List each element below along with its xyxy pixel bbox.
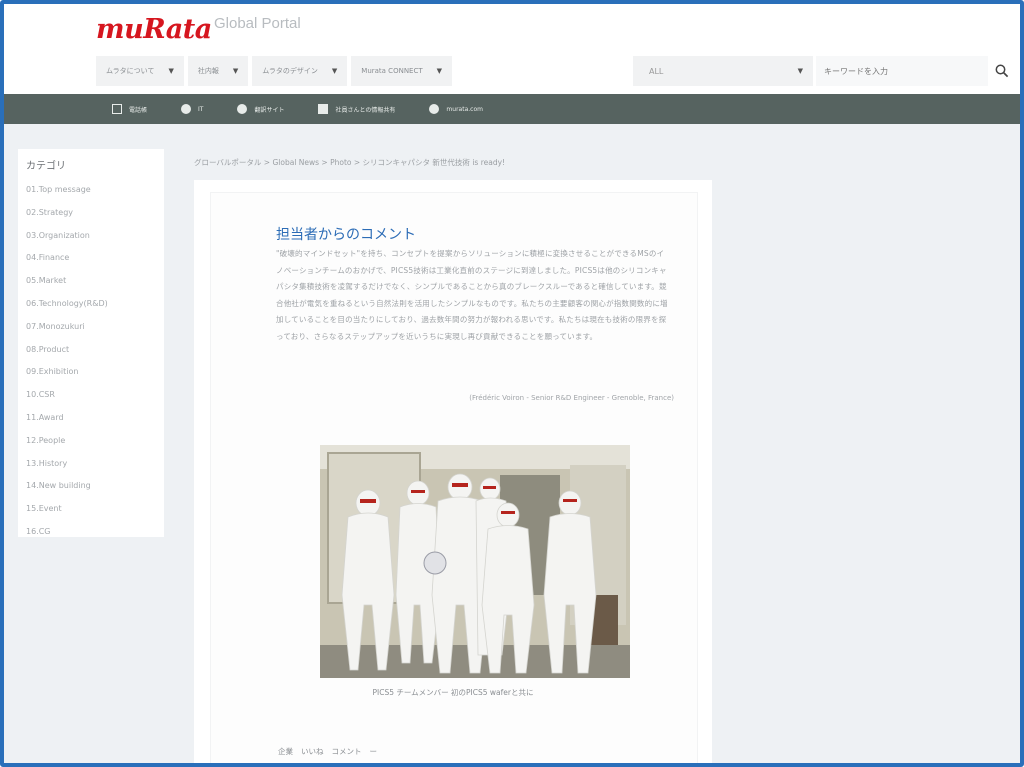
browser-frame: muRata Global Portal ムラタについて ▼ 社内報 ▼ ムラタ… xyxy=(0,0,1024,767)
breadcrumb[interactable]: グローバルポータル > Global News > Photo > シリコンキャ… xyxy=(194,157,505,168)
quick-link-translation[interactable]: 翻訳サイト xyxy=(237,104,284,114)
square-icon xyxy=(318,104,329,114)
category-item[interactable]: 16.CG xyxy=(26,526,164,549)
comment-heading: 担当者からのコメント xyxy=(276,226,416,242)
comment-body: "破壊的マインドセット"を持ち、コンセプトを提案からソリューションに積極に変換さ… xyxy=(276,249,668,341)
category-item[interactable]: 05.Market xyxy=(26,275,164,298)
murata-logo[interactable]: muRata xyxy=(96,14,212,45)
quick-link-phonebook[interactable]: 電話帳 xyxy=(112,104,147,114)
menu-murata-connect[interactable]: Murata CONNECT ▼ xyxy=(351,56,453,86)
quick-link-label: 翻訳サイト xyxy=(254,106,285,114)
category-item[interactable]: 10.CSR xyxy=(26,389,164,412)
action-comment[interactable]: コメント xyxy=(332,746,362,757)
sidebar-title: カテゴリ xyxy=(26,161,66,172)
comment-signature: (Frédéric Voiron - Senior R&D Engineer -… xyxy=(469,394,674,402)
quick-link-label: 社員さんとの情報共有 xyxy=(335,106,396,114)
category-item[interactable]: 08.Product xyxy=(26,344,164,367)
category-item[interactable]: 15.Event xyxy=(26,503,164,526)
search-scope-select[interactable]: ALL ▼ xyxy=(633,56,813,86)
search-input[interactable] xyxy=(816,56,988,86)
menu-about-murata[interactable]: ムラタについて ▼ xyxy=(96,56,184,86)
site-header: muRata Global Portal ムラタについて ▼ 社内報 ▼ ムラタ… xyxy=(4,4,1020,94)
action-like[interactable]: いいね xyxy=(301,746,324,757)
quick-link-label: IT xyxy=(198,105,204,113)
search-scope-value: ALL xyxy=(649,66,664,76)
team-photo xyxy=(320,445,630,678)
category-item[interactable]: 02.Strategy xyxy=(26,207,164,230)
action-company[interactable]: 企業 xyxy=(278,746,293,757)
menu-label: ムラタについて xyxy=(106,67,155,75)
category-list: 01.Top message 02.Strategy 03.Organizati… xyxy=(26,184,164,549)
quick-links-bar: 電話帳 IT 翻訳サイト 社員さんとの情報共有 murata.com xyxy=(4,94,1020,124)
category-sidebar: カテゴリ 01.Top message 02.Strategy 03.Organ… xyxy=(18,149,164,537)
menu-label: 社内報 xyxy=(197,67,219,75)
circle-icon xyxy=(181,104,192,114)
category-item[interactable]: 13.History xyxy=(26,458,164,481)
globe-icon xyxy=(429,104,440,114)
category-item[interactable]: 12.People xyxy=(26,435,164,458)
category-item[interactable]: 04.Finance xyxy=(26,252,164,275)
search-button[interactable] xyxy=(990,56,1014,86)
menu-newsletter[interactable]: 社内報 ▼ xyxy=(187,56,249,86)
book-icon xyxy=(112,104,122,114)
quick-link-label: 電話帳 xyxy=(129,106,148,114)
category-item[interactable]: 14.New building xyxy=(26,480,164,503)
category-item[interactable]: 07.Monozukuri xyxy=(26,321,164,344)
category-item[interactable]: 09.Exhibition xyxy=(26,366,164,389)
category-item[interactable]: 01.Top message xyxy=(26,184,164,207)
main-menu: ムラタについて ▼ 社内報 ▼ ムラタのデザイン ▼ Murata CONNEC… xyxy=(96,56,453,86)
chevron-down-icon: ▼ xyxy=(331,67,338,75)
category-item[interactable]: 03.Organization xyxy=(26,230,164,253)
chevron-down-icon: ▼ xyxy=(797,67,803,75)
photo-caption: PICS5 チームメンバー 初のPICS5 waferと共に xyxy=(372,688,534,697)
menu-design[interactable]: ムラタのデザイン ▼ xyxy=(252,56,348,86)
article-card: 担当者からのコメント "破壊的マインドセット"を持ち、コンセプトを提案からソリュ… xyxy=(194,180,712,763)
chevron-down-icon: ▼ xyxy=(168,67,174,75)
article-actions: 企業 いいね コメント ー xyxy=(278,746,377,757)
check-circle-icon xyxy=(237,104,248,114)
action-more[interactable]: ー xyxy=(370,746,378,757)
category-item[interactable]: 11.Award xyxy=(26,412,164,435)
quick-link-label: murata.com xyxy=(446,105,483,113)
quick-link-murata-com[interactable]: murata.com xyxy=(429,104,483,114)
menu-label: ムラタのデザイン xyxy=(262,67,318,75)
chevron-down-icon: ▼ xyxy=(232,67,239,75)
category-item[interactable]: 06.Technology(R&D) xyxy=(26,298,164,321)
chevron-down-icon: ▼ xyxy=(436,67,443,75)
search-icon xyxy=(995,64,1009,78)
menu-label: Murata CONNECT xyxy=(361,67,423,75)
quick-link-info-sharing[interactable]: 社員さんとの情報共有 xyxy=(318,104,395,114)
quick-link-it[interactable]: IT xyxy=(181,104,203,114)
portal-title: Global Portal xyxy=(214,15,301,32)
